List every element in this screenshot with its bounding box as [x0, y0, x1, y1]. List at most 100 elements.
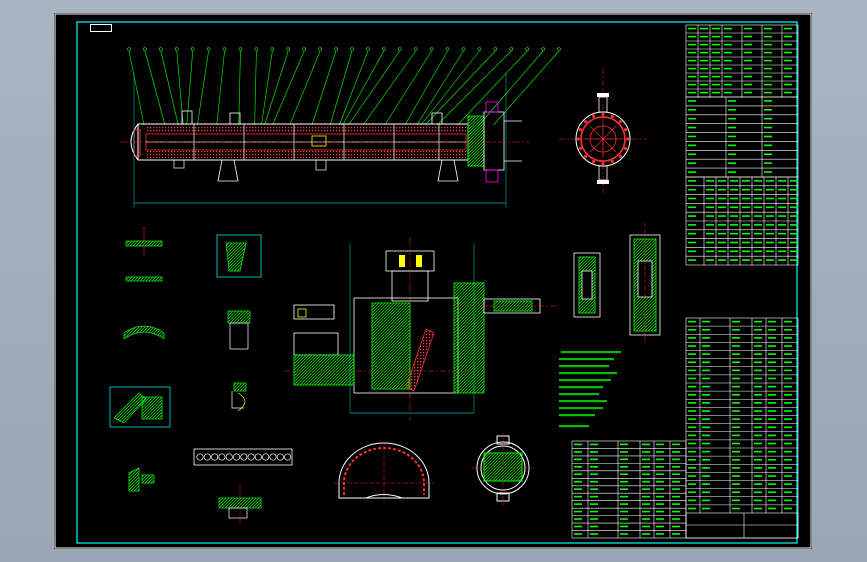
table-cell-text — [672, 518, 680, 520]
table-cell-text — [732, 328, 740, 331]
table-cell-text — [656, 473, 664, 476]
table-cell-text — [702, 491, 710, 494]
tube-circle — [211, 453, 219, 461]
table-cell-text — [702, 369, 710, 372]
table-cell-text — [700, 75, 708, 78]
table-cell-text — [702, 418, 710, 420]
detail-views-right — [573, 223, 661, 343]
table-cell-text — [672, 480, 680, 483]
table-cell-text — [712, 51, 720, 54]
table-cell-text — [672, 465, 680, 468]
bolt-hole — [624, 128, 628, 132]
table-cell-text — [754, 250, 762, 253]
table-cell-text — [732, 442, 740, 445]
table-cell-text — [688, 224, 696, 226]
detail-views-left — [109, 227, 171, 492]
table-cell-text — [688, 402, 696, 404]
table-cell-text — [642, 480, 650, 483]
cad-viewport[interactable] — [54, 13, 812, 549]
table-cell-text — [574, 458, 582, 461]
table-cell-text — [688, 250, 696, 253]
table-cell-text — [742, 180, 750, 182]
table-cell-text — [712, 43, 720, 46]
table-cell-text — [784, 402, 792, 404]
balloon-marker — [541, 47, 545, 51]
tube-circle — [232, 453, 241, 461]
table-cell-text — [728, 126, 736, 129]
table-cell-text — [754, 507, 762, 510]
table-cell-text — [688, 418, 696, 420]
table-cell-text — [784, 27, 792, 30]
table-cell-text — [766, 250, 774, 253]
table-cell-text — [754, 197, 762, 200]
table-cell-text — [768, 458, 776, 461]
table-cell-text — [574, 473, 582, 476]
table-cell-text — [742, 241, 750, 244]
table-cell-text — [784, 91, 792, 94]
table-cell-text — [754, 259, 762, 261]
table-cell-text — [754, 320, 762, 323]
table-cell-text — [688, 100, 696, 102]
table-cell-text — [768, 320, 776, 323]
table-cell-text — [744, 43, 752, 46]
table-cell-text — [712, 59, 720, 62]
table-cell-text — [712, 75, 720, 78]
table-cell-text — [732, 467, 740, 469]
table-cell-text — [688, 491, 696, 494]
table-cell-text — [766, 215, 774, 217]
table-cell-text — [784, 491, 792, 494]
table-cell-text — [724, 83, 732, 86]
table-cell-text — [768, 491, 776, 494]
table-cell-text — [702, 328, 710, 331]
table-cell-text — [766, 241, 774, 244]
table-cell-text — [730, 215, 738, 217]
table-cell-text — [728, 100, 736, 102]
bolt-hole — [610, 160, 614, 164]
balloon-marker — [493, 47, 498, 51]
design-data-table — [685, 96, 799, 178]
table-cell-text — [742, 197, 750, 200]
table-cell-text — [702, 507, 710, 510]
table-cell-text — [766, 197, 774, 200]
table-cell-text — [590, 510, 598, 513]
table-cell-text — [778, 215, 786, 217]
table-cell-text — [672, 510, 680, 513]
table-cell-text — [754, 426, 762, 429]
balloon-marker — [318, 47, 322, 51]
table-cell-text — [784, 377, 792, 380]
table-cell-text — [656, 443, 664, 446]
table-cell-text — [688, 188, 696, 191]
table-cell-text — [688, 67, 696, 70]
table-cell-text — [590, 480, 598, 483]
table-cell-text — [784, 450, 792, 453]
table-cell-text — [754, 402, 762, 404]
table-cell-text — [754, 499, 762, 502]
table-cell-text — [724, 27, 732, 30]
table-cell-text — [672, 488, 680, 490]
table-cell-text — [764, 67, 772, 70]
table-cell-text — [718, 250, 726, 253]
table-cell-text — [732, 320, 740, 323]
balloon-marker — [445, 47, 450, 51]
note-line — [559, 400, 607, 403]
table-cell-text — [744, 51, 752, 54]
table-cell-text — [688, 507, 696, 510]
table-cell-text — [642, 495, 650, 498]
tube-sheet-row — [193, 448, 293, 525]
table-cell-text — [656, 465, 664, 468]
table-cell-text — [730, 206, 738, 209]
table-cell-text — [754, 337, 762, 339]
table-cell-text — [656, 525, 664, 528]
table-cell-text — [702, 442, 710, 445]
bolt-hole — [584, 120, 588, 124]
table-cell-text — [732, 418, 740, 420]
table-cell-text — [754, 393, 762, 396]
table-cell-text — [784, 51, 792, 54]
table-cell-text — [784, 385, 792, 388]
table-cell-text — [702, 499, 710, 502]
table-cell-text — [754, 434, 762, 437]
table-cell-text — [764, 91, 772, 94]
table-cell-text — [730, 250, 738, 253]
table-cell-text — [590, 525, 598, 528]
detail-views-mid — [216, 234, 262, 412]
